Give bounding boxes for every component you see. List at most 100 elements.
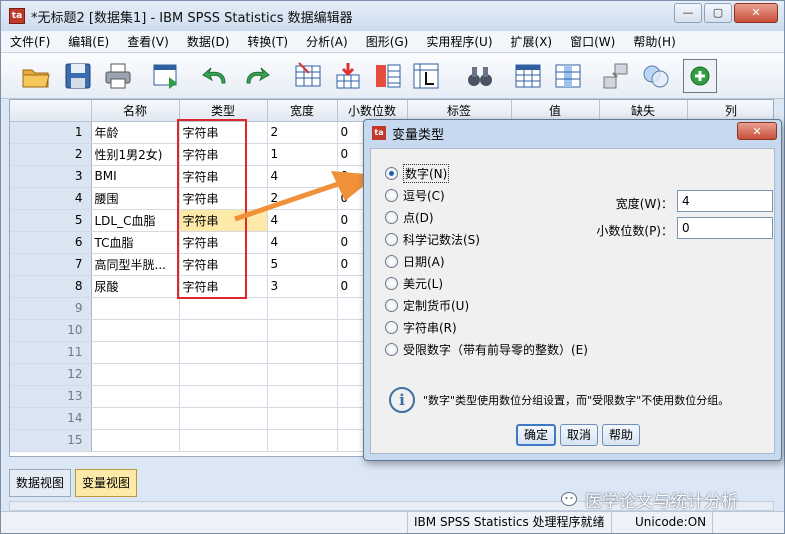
menu-transform[interactable]: 转换(T) xyxy=(238,31,297,53)
weight-cases-icon[interactable] xyxy=(601,61,631,91)
find-binoculars-icon[interactable] xyxy=(465,61,495,91)
variables-icon[interactable] xyxy=(373,61,403,91)
row-number[interactable]: 13 xyxy=(10,385,92,408)
split-file-icon[interactable] xyxy=(411,61,441,91)
radio-dot[interactable]: 点(D) xyxy=(385,208,434,226)
cell-name[interactable]: 高同型半胱... xyxy=(91,253,180,276)
radio-button[interactable] xyxy=(385,254,398,268)
cell-width[interactable]: 1 xyxy=(267,143,338,166)
cancel-button[interactable]: 取消 xyxy=(560,424,599,446)
redo-icon[interactable] xyxy=(241,61,271,91)
cell-type[interactable]: 字符串 xyxy=(179,187,268,210)
goto-case-icon[interactable] xyxy=(293,61,323,91)
radio-button[interactable] xyxy=(385,188,398,202)
dialog-close-button[interactable]: ✕ xyxy=(737,122,777,140)
menu-utilities[interactable]: 实用程序(U) xyxy=(417,31,501,53)
insert-variable-icon[interactable] xyxy=(553,61,583,91)
minimize-button[interactable]: — xyxy=(674,3,702,23)
radio-button[interactable] xyxy=(385,276,398,290)
cell-type[interactable]: 字符串 xyxy=(179,231,268,254)
cell-type[interactable]: 字符串 xyxy=(179,253,268,276)
radio-date[interactable]: 日期(A) xyxy=(385,252,445,270)
save-icon[interactable] xyxy=(63,61,93,91)
row-number[interactable]: 7 xyxy=(10,253,92,276)
cell-width[interactable]: 4 xyxy=(267,231,338,254)
row-number[interactable]: 10 xyxy=(10,319,92,342)
open-folder-icon[interactable] xyxy=(21,61,51,91)
radio-restricted-numeric[interactable]: 受限数字（带有前导零的整数）(E) xyxy=(385,340,588,358)
cell-type[interactable]: 字符串 xyxy=(179,275,268,298)
row-number[interactable]: 14 xyxy=(10,407,92,430)
value-labels-icon[interactable] xyxy=(641,61,671,91)
cell-type[interactable]: 字符串 xyxy=(179,165,268,188)
radio-dollar[interactable]: 美元(L) xyxy=(385,274,443,292)
radio-custom-currency[interactable]: 定制货币(U) xyxy=(385,296,469,314)
menu-view[interactable]: 查看(V) xyxy=(118,31,178,53)
column-header-columns[interactable]: 列 xyxy=(687,100,773,122)
row-number[interactable]: 4 xyxy=(10,187,92,210)
cell-width[interactable]: 4 xyxy=(267,165,338,188)
cell-type[interactable]: 字符串 xyxy=(179,121,268,144)
radio-button[interactable] xyxy=(385,232,398,246)
cell-type[interactable]: 字符串 xyxy=(179,143,268,166)
row-number[interactable]: 8 xyxy=(10,275,92,298)
cell-name[interactable]: 尿酸 xyxy=(91,275,180,298)
radio-button[interactable] xyxy=(385,342,398,356)
menu-file[interactable]: 文件(F) xyxy=(1,31,59,53)
menu-window[interactable]: 窗口(W) xyxy=(561,31,624,53)
column-header-values[interactable]: 值 xyxy=(511,100,600,122)
menu-help[interactable]: 帮助(H) xyxy=(624,31,684,53)
decimals-input[interactable]: 0 xyxy=(677,217,773,239)
print-icon[interactable] xyxy=(103,61,133,91)
column-header-label[interactable]: 标签 xyxy=(407,100,512,122)
column-header-width[interactable]: 宽度 xyxy=(267,100,338,122)
ok-button[interactable]: 确定 xyxy=(516,424,557,446)
radio-button[interactable] xyxy=(385,210,398,224)
cell-name[interactable]: 性别1男2女) xyxy=(91,143,180,166)
column-header-decimals[interactable]: 小数位数 xyxy=(337,100,408,122)
row-number[interactable]: 9 xyxy=(10,297,92,320)
radio-button[interactable] xyxy=(385,166,398,180)
row-number[interactable]: 6 xyxy=(10,231,92,254)
row-number[interactable]: 12 xyxy=(10,363,92,386)
corner-cell[interactable] xyxy=(10,100,92,122)
goto-variable-icon[interactable] xyxy=(333,61,363,91)
cell-name[interactable]: TC血脂 xyxy=(91,231,180,254)
undo-icon[interactable] xyxy=(201,61,231,91)
menu-analyze[interactable]: 分析(A) xyxy=(297,31,357,53)
close-button[interactable]: ✕ xyxy=(734,3,778,23)
cell-name[interactable]: LDL_C血脂 xyxy=(91,209,180,232)
use-variable-sets-icon[interactable] xyxy=(683,59,717,93)
cell-type-selected[interactable]: 字符串 xyxy=(179,209,268,232)
row-number[interactable]: 1 xyxy=(10,121,92,144)
row-number[interactable]: 5 xyxy=(10,209,92,232)
cell-name[interactable]: 年龄 xyxy=(91,121,180,144)
help-button[interactable]: 帮助 xyxy=(602,424,641,446)
radio-button[interactable] xyxy=(385,320,398,334)
column-header-type[interactable]: 类型 xyxy=(179,100,268,122)
radio-scientific[interactable]: 科学记数法(S) xyxy=(385,230,480,248)
row-number[interactable]: 2 xyxy=(10,143,92,166)
menu-edit[interactable]: 编辑(E) xyxy=(59,31,118,53)
column-header-missing[interactable]: 缺失 xyxy=(599,100,688,122)
radio-button[interactable] xyxy=(385,298,398,312)
tab-data-view[interactable]: 数据视图 xyxy=(9,469,72,497)
radio-numeric[interactable]: 数字(N) xyxy=(385,163,450,183)
cell-width[interactable]: 2 xyxy=(267,121,338,144)
cell-name[interactable]: BMI xyxy=(91,165,180,188)
menu-graphs[interactable]: 图形(G) xyxy=(357,31,418,53)
row-number[interactable]: 11 xyxy=(10,341,92,364)
cell-name[interactable]: 腰围 xyxy=(91,187,180,210)
row-number[interactable]: 3 xyxy=(10,165,92,188)
cell-width[interactable]: 3 xyxy=(267,275,338,298)
menu-data[interactable]: 数据(D) xyxy=(178,31,239,53)
radio-string[interactable]: 字符串(R) xyxy=(385,318,457,336)
radio-comma[interactable]: 逗号(C) xyxy=(385,186,445,204)
width-input[interactable]: 4 xyxy=(677,190,773,212)
tab-variable-view[interactable]: 变量视图 xyxy=(75,469,138,497)
insert-cases-icon[interactable] xyxy=(513,61,543,91)
cell-width[interactable]: 4 xyxy=(267,209,338,232)
menu-extensions[interactable]: 扩展(X) xyxy=(502,31,562,53)
row-number[interactable]: 15 xyxy=(10,429,92,452)
maximize-button[interactable]: ▢ xyxy=(704,3,732,23)
